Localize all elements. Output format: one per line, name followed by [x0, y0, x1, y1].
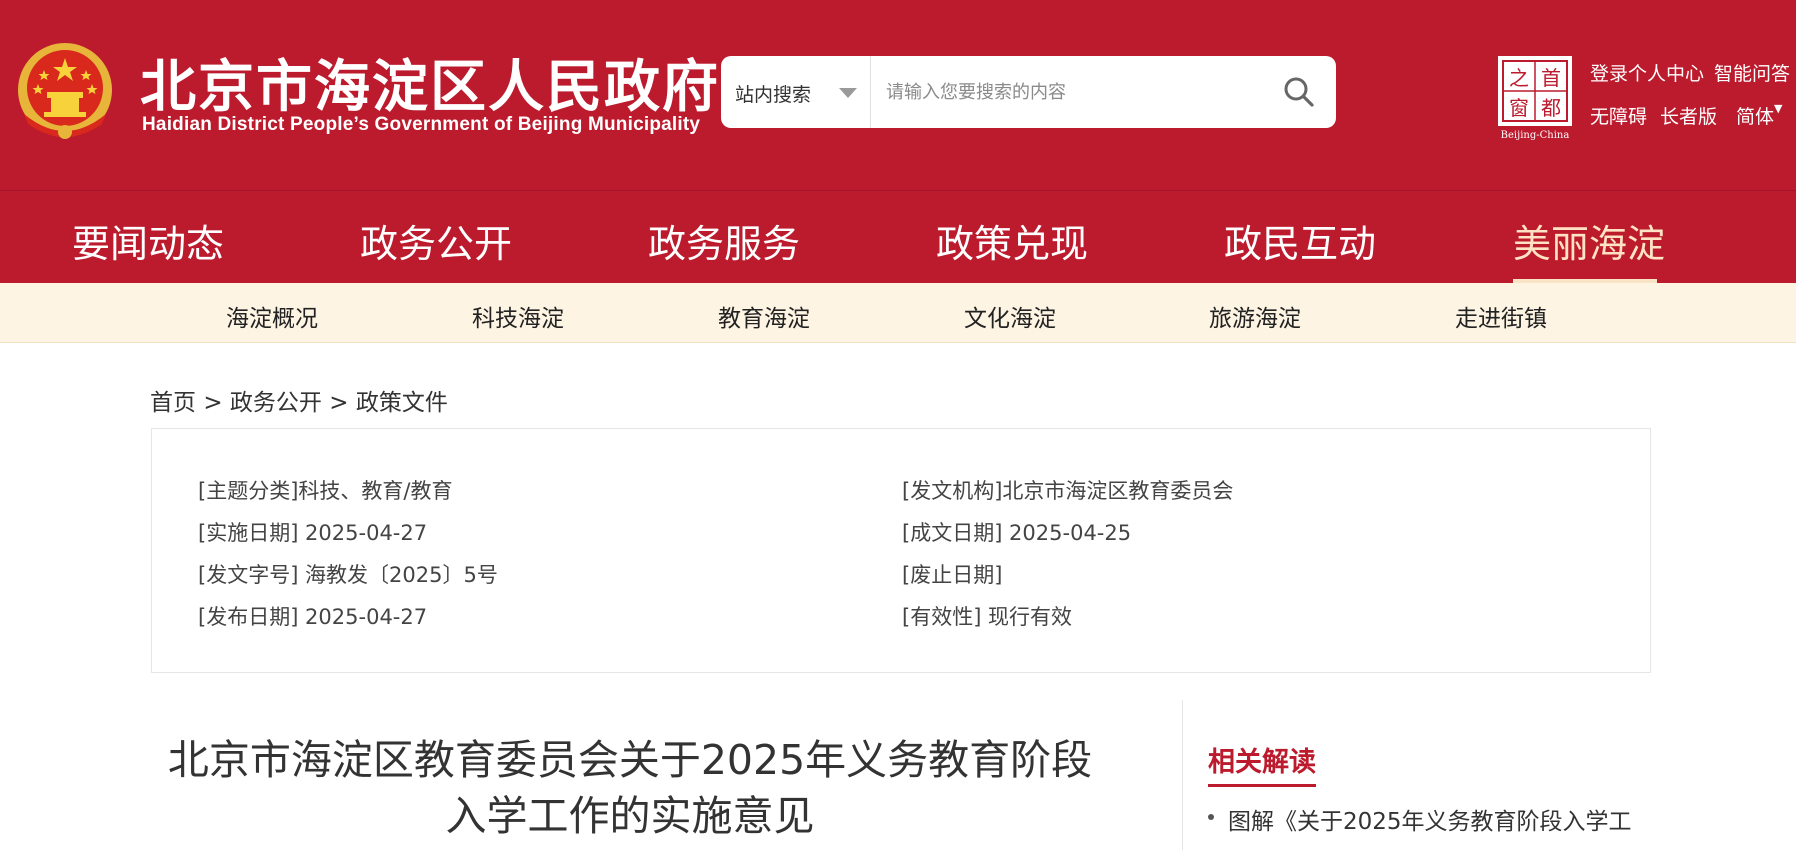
- bullet-icon: [1208, 814, 1214, 820]
- document-info-panel: [主题分类]科技、教育/教育 [发文机构]北京市海淀区教育委员会 [实施日期] …: [151, 428, 1651, 673]
- subnav-item-culture[interactable]: 文化海淀: [964, 299, 1056, 333]
- info-doc-number: [发文字号] 海教发〔2025〕5号: [198, 563, 498, 587]
- logo-char: 窗: [1509, 96, 1529, 120]
- language-label: 简体: [1736, 106, 1775, 128]
- breadcrumb-gov-affairs[interactable]: 政务公开: [230, 390, 322, 416]
- logo-char: 首: [1541, 66, 1561, 90]
- subnav-item-education[interactable]: 教育海淀: [718, 299, 810, 333]
- info-effective-date: [实施日期] 2025-04-27: [198, 521, 428, 545]
- national-emblem-icon[interactable]: [14, 40, 116, 146]
- subnav-item-tech[interactable]: 科技海淀: [472, 299, 564, 333]
- nav-item-news[interactable]: 要闻动态: [72, 213, 224, 268]
- nav-item-policy[interactable]: 政策兑现: [936, 213, 1088, 268]
- logo-char: 之: [1509, 66, 1529, 90]
- related-heading-underline: [1208, 784, 1316, 787]
- search-icon[interactable]: [1281, 74, 1317, 110]
- subnav-item-streets[interactable]: 走进街镇: [1455, 299, 1547, 333]
- subnav-item-tourism[interactable]: 旅游海淀: [1209, 299, 1301, 333]
- search-scope-label: 站内搜索: [735, 84, 812, 106]
- accessibility-link[interactable]: 无障碍: [1590, 102, 1647, 129]
- search-input[interactable]: [886, 72, 1266, 112]
- login-link[interactable]: 登录个人中心: [1590, 59, 1704, 86]
- info-topic: [主题分类]科技、教育/教育: [198, 479, 453, 503]
- site-title[interactable]: 北京市海淀区人民政府: [140, 42, 720, 123]
- search-bar: 站内搜索: [721, 56, 1336, 128]
- search-scope-select[interactable]: 站内搜索: [721, 56, 871, 128]
- nav-item-gov-services[interactable]: 政务服务: [648, 213, 800, 268]
- related-item-link[interactable]: 图解《关于2025年义务教育阶段入学工: [1228, 802, 1648, 836]
- article-title-line: 北京市海淀区教育委员会关于2025年义务教育阶段: [167, 736, 1093, 784]
- subnav-item-overview[interactable]: 海淀概况: [226, 299, 318, 333]
- site-title-english[interactable]: Haidian District People’s Government of …: [142, 114, 700, 136]
- logo-caption: Beijing-China: [1501, 130, 1570, 140]
- smart-qa-link[interactable]: 智能问答: [1714, 59, 1790, 86]
- breadcrumb: 首页 > 政务公开 > 政策文件: [150, 383, 448, 417]
- info-repeal-date: [废止日期]: [902, 563, 1003, 587]
- site-header: 北京市海淀区人民政府 Haidian District People’s Gov…: [0, 0, 1796, 190]
- elderly-version-link[interactable]: 长者版: [1660, 102, 1717, 129]
- breadcrumb-home[interactable]: 首页: [150, 390, 196, 416]
- language-switch[interactable]: 简体▼: [1736, 102, 1782, 129]
- nav-item-gov-affairs[interactable]: 政务公开: [360, 213, 512, 268]
- info-validity: [有效性] 现行有效: [902, 605, 1073, 629]
- nav-item-beautiful-haidian[interactable]: 美丽海淀: [1513, 213, 1665, 268]
- capital-window-logo-icon[interactable]: 首 都 之 窗 Beijing-China: [1494, 54, 1576, 140]
- related-reading-heading: 相关解读: [1208, 747, 1316, 778]
- sub-nav: 海淀概况 科技海淀 教育海淀 文化海淀 旅游海淀 走进街镇: [0, 283, 1796, 343]
- breadcrumb-separator: >: [203, 390, 223, 416]
- info-issuer: [发文机构]北京市海淀区教育委员会: [902, 479, 1234, 503]
- column-divider: [1182, 700, 1183, 850]
- breadcrumb-separator: >: [329, 390, 349, 416]
- logo-char: 都: [1541, 96, 1561, 120]
- breadcrumb-policy-docs[interactable]: 政策文件: [356, 390, 448, 416]
- info-publish-date: [发布日期] 2025-04-27: [198, 605, 428, 629]
- chevron-down-icon: [839, 88, 857, 98]
- main-nav: 要闻动态 政务公开 政务服务 政策兑现 政民互动 美丽海淀: [0, 190, 1796, 283]
- article-title-line: 入学工作的实施意见: [445, 792, 815, 840]
- caret-down-icon: ▼: [1774, 102, 1783, 115]
- article-title: 北京市海淀区教育委员会关于2025年义务教育阶段 入学工作的实施意见: [150, 732, 1110, 844]
- nav-item-interaction[interactable]: 政民互动: [1224, 213, 1376, 268]
- info-written-date: [成文日期] 2025-04-25: [902, 521, 1132, 545]
